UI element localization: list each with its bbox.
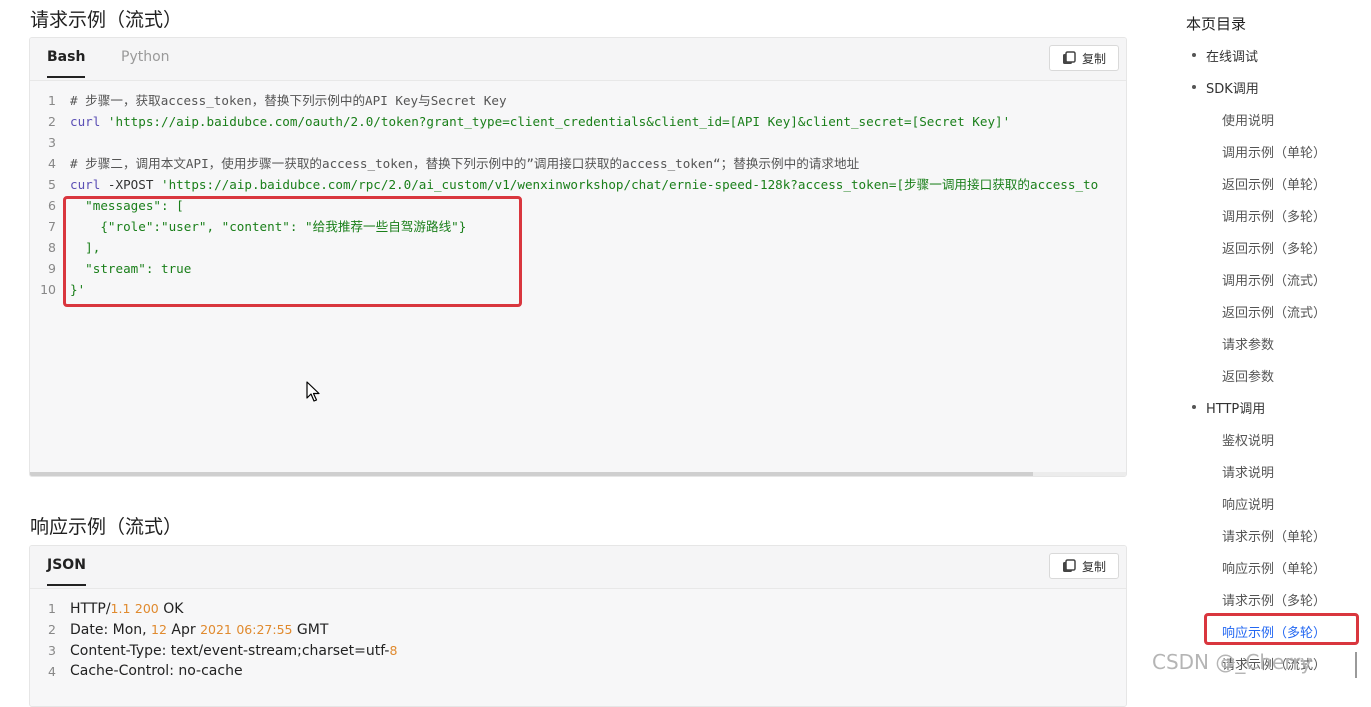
code-text: curl -XPOST 'https://aip.baidubce.com/rp…: [70, 174, 1098, 195]
tab-python[interactable]: Python: [121, 49, 170, 65]
response-example-title: 响应示例（流式）: [30, 516, 183, 538]
horizontal-scrollbar[interactable]: [30, 472, 1126, 476]
line-number: 6: [48, 198, 56, 213]
code-token: Cache-Control: no-cache: [70, 663, 243, 679]
toc-item[interactable]: 使用说明: [1222, 110, 1274, 129]
toc-title: 本页目录: [1186, 15, 1247, 33]
code-line: 2 curl 'https://aip.baidubce.com/oauth/2.…: [30, 111, 1126, 132]
code-text: curl 'https://aip.baidubce.com/oauth/2.0…: [70, 111, 1010, 132]
line-number: 8: [48, 240, 56, 255]
code-token: 'https://aip.baidubce.com/rpc/2.0/ai_cus…: [161, 177, 1099, 192]
mouse-cursor-icon: [306, 381, 320, 402]
bullet-icon: [1192, 53, 1196, 57]
response-code-card: JSON 复制 1 HTTP/1.1 200 OK 2 Date: Mon, 12 A…: [29, 545, 1127, 707]
tab-bash[interactable]: Bash: [47, 49, 86, 78]
toc-item[interactable]: 调用示例（多轮）: [1222, 206, 1326, 225]
request-code-header: Bash Python 复制: [30, 38, 1126, 81]
code-token: curl: [70, 114, 108, 129]
code-line: 2 Date: Mon, 12 Apr 2021 06:27:55 GMT: [30, 619, 1126, 640]
code-token: GMT: [292, 622, 329, 638]
toc-item[interactable]: 响应示例（单轮）: [1222, 558, 1326, 577]
code-token: Date: Mon,: [70, 622, 152, 638]
line-number: 10: [40, 282, 56, 297]
line-number: 4: [48, 156, 56, 171]
code-token: curl: [70, 177, 108, 192]
toc-item[interactable]: HTTP调用: [1206, 398, 1265, 417]
line-number: 3: [48, 135, 56, 150]
code-line: 3 Content-Type: text/event-stream;charset…: [30, 640, 1126, 661]
bullet-icon: [1192, 85, 1196, 89]
line-number: 1: [48, 93, 56, 108]
toc-item[interactable]: 返回示例（流式）: [1222, 302, 1326, 321]
code-token: HTTP/: [70, 601, 111, 617]
line-number: 7: [48, 219, 56, 234]
code-line: 3: [30, 132, 1126, 153]
code-token: # 步骤二，调用本文API，使用步骤一获取的access_token，替换下列示…: [70, 156, 860, 171]
toc-item[interactable]: 请求说明: [1222, 462, 1274, 481]
toc-item[interactable]: 请求参数: [1222, 334, 1274, 353]
code-line: 1 HTTP/1.1 200 OK: [30, 598, 1126, 619]
request-example-title: 请求示例（流式）: [30, 9, 183, 31]
code-text: Date: Mon, 12 Apr 2021 06:27:55 GMT: [70, 619, 328, 641]
code-token: Apr: [166, 622, 201, 638]
toc-item[interactable]: 返回示例（多轮）: [1222, 238, 1326, 257]
toc-item[interactable]: 调用示例（流式）: [1222, 270, 1326, 289]
code-token: 8: [389, 643, 398, 658]
code-text: HTTP/1.1 200 OK: [70, 598, 183, 620]
line-number: 2: [48, 622, 56, 637]
code-token: 1.1: [110, 601, 131, 616]
code-line: 5 curl -XPOST 'https://aip.baidubce.com/r…: [30, 174, 1126, 195]
copy-button-label: 复制: [1081, 51, 1106, 66]
toc-item[interactable]: 请求示例（单轮）: [1222, 526, 1326, 545]
toc-item[interactable]: 鉴权说明: [1222, 430, 1274, 449]
code-token: # 步骤一，获取access_token，替换下列示例中的API Key与Sec…: [70, 93, 507, 108]
response-code-body[interactable]: 1 HTTP/1.1 200 OK 2 Date: Mon, 12 Apr 2021 …: [30, 589, 1126, 682]
line-number: 2: [48, 114, 56, 129]
copy-icon: [1062, 559, 1076, 572]
code-token: 'https://aip.baidubce.com/oauth/2.0/toke…: [107, 114, 1011, 129]
highlight-box-toc-active: [1204, 613, 1359, 645]
line-number: 4: [48, 664, 56, 679]
response-code-header: JSON 复制: [30, 546, 1126, 589]
code-token: 2021: [200, 622, 232, 637]
line-number: 3: [48, 643, 56, 658]
toc-item[interactable]: 在线调试: [1206, 46, 1258, 65]
tab-json[interactable]: JSON: [47, 557, 86, 586]
toc-item[interactable]: 调用示例（单轮）: [1222, 142, 1326, 161]
code-token: 200: [134, 601, 159, 616]
code-text: Cache-Control: no-cache: [70, 661, 243, 682]
toc-item[interactable]: 返回参数: [1222, 366, 1274, 385]
copy-icon: [1062, 51, 1076, 64]
toc-item[interactable]: 返回示例（单轮）: [1222, 174, 1326, 193]
code-line: 1 # 步骤一，获取access_token，替换下列示例中的API Key与Se…: [30, 90, 1126, 111]
code-text: # 步骤一，获取access_token，替换下列示例中的API Key与Sec…: [70, 90, 507, 111]
code-text: # 步骤二，调用本文API，使用步骤一获取的access_token，替换下列示…: [70, 153, 859, 174]
bullet-icon: [1192, 405, 1196, 409]
code-token: OK: [158, 601, 184, 617]
line-number: 5: [48, 177, 56, 192]
code-token: -XPOST: [107, 177, 161, 192]
toc-item[interactable]: 请求示例（多轮）: [1222, 590, 1326, 609]
copy-button-label: 复制: [1081, 559, 1106, 574]
line-number: 1: [48, 601, 56, 616]
highlight-box-request-body: [63, 196, 522, 307]
line-number: 9: [48, 261, 56, 276]
code-token: 06:27:55: [236, 622, 293, 637]
watermark: CSDN @_Cherry: [1152, 650, 1313, 674]
copy-button[interactable]: 复制: [1049, 45, 1119, 71]
toc-item[interactable]: SDK调用: [1206, 78, 1259, 97]
copy-button[interactable]: 复制: [1049, 553, 1119, 579]
code-line: 4 # 步骤二，调用本文API，使用步骤一获取的access_token，替换下列…: [30, 153, 1126, 174]
divider: [1355, 652, 1357, 678]
code-token: Content-Type: text/event-stream;charset=…: [70, 643, 390, 659]
scrollbar-thumb[interactable]: [30, 472, 1033, 476]
code-text: Content-Type: text/event-stream;charset=…: [70, 640, 397, 662]
code-line: 4 Cache-Control: no-cache: [30, 661, 1126, 682]
toc-item[interactable]: 响应说明: [1222, 494, 1274, 513]
code-token: 12: [151, 622, 167, 637]
